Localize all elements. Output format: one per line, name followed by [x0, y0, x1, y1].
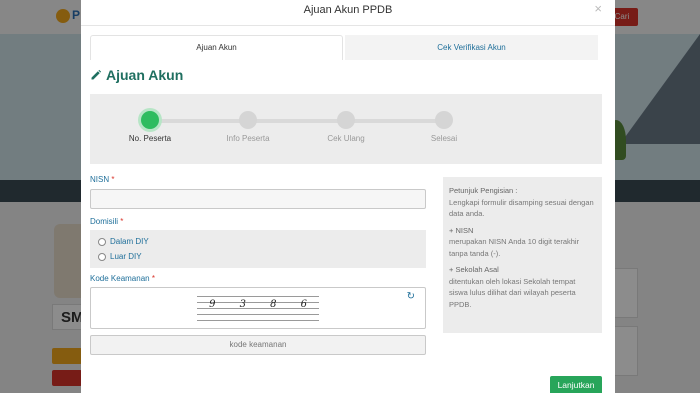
section-title-text: Ajuan Akun	[106, 67, 184, 83]
captcha-box: 9 3 8 6 ↻	[90, 287, 426, 329]
step-selesai: Selesai	[404, 111, 484, 143]
step-label: Info Peserta	[226, 134, 270, 143]
captcha-image: 9 3 8 6	[197, 291, 319, 325]
ajuan-akun-modal: Ajuan Akun PPDB × Ajuan Akun Cek Verifik…	[81, 0, 615, 393]
modal-header: Ajuan Akun PPDB ×	[81, 0, 615, 26]
help-school-title: + Sekolah Asal	[449, 265, 499, 274]
pencil-icon	[91, 69, 102, 80]
step-dot	[337, 111, 355, 129]
step-info-peserta: Info Peserta	[208, 111, 288, 143]
radio-luar-diy[interactable]: Luar DIY	[98, 249, 418, 264]
step-no-peserta: No. Peserta	[110, 111, 190, 143]
section-title: Ajuan Akun	[90, 67, 183, 83]
required-mark: *	[120, 217, 124, 226]
help-intro: Lengkapi formulir disamping sesuai denga…	[449, 197, 594, 219]
modal-title: Ajuan Akun PPDB	[303, 4, 393, 16]
lanjutkan-button[interactable]: Lanjutkan	[550, 376, 602, 393]
radio-button[interactable]	[98, 237, 106, 246]
step-dot-active	[141, 111, 159, 129]
progress-stepper: No. Peserta Info Peserta Cek Ulang Seles…	[90, 94, 602, 164]
captcha-input[interactable]: kode keamanan	[90, 335, 426, 355]
refresh-icon[interactable]: ↻	[407, 291, 415, 302]
step-cek-ulang: Cek Ulang	[306, 111, 386, 143]
step-dot	[435, 111, 453, 129]
captcha-digits: 9 3 8 6	[209, 299, 307, 310]
nisn-label: NISN *	[90, 175, 115, 184]
required-mark: *	[151, 274, 155, 283]
step-dot	[239, 111, 257, 129]
step-label: Cek Ulang	[327, 134, 365, 143]
domisili-radio-group: Dalam DIY Luar DIY	[90, 230, 426, 268]
radio-dalam-diy[interactable]: Dalam DIY	[98, 234, 418, 249]
kode-keamanan-label: Kode Keamanan *	[90, 274, 155, 283]
close-icon[interactable]: ×	[594, 1, 602, 16]
help-school-text: ditentukan oleh lokasi Sekolah tempat si…	[449, 276, 576, 309]
tab-cek-verifikasi-akun[interactable]: Cek Verifikasi Akun	[345, 35, 598, 60]
modal-tabs: Ajuan Akun Cek Verifikasi Akun	[90, 35, 598, 60]
radio-button[interactable]	[98, 252, 106, 261]
stepper-track	[150, 119, 447, 123]
help-panel: Petunjuk Pengisian : Lengkapi formulir d…	[443, 177, 602, 333]
help-title: Petunjuk Pengisian :	[449, 186, 518, 195]
step-label: No. Peserta	[128, 134, 172, 143]
ajuan-akun-form: NISN * Domisili * Dalam DIY Luar DIY Kod…	[90, 175, 426, 355]
nisn-input[interactable]	[90, 189, 426, 209]
domisili-label: Domisili *	[90, 217, 124, 226]
step-label: Selesai	[430, 134, 458, 143]
required-mark: *	[111, 175, 115, 184]
help-nisn-text: merupakan NISN Anda 10 digit terakhir ta…	[449, 237, 580, 258]
tab-ajuan-akun[interactable]: Ajuan Akun	[90, 35, 343, 60]
help-nisn-title: + NISN	[449, 225, 474, 235]
